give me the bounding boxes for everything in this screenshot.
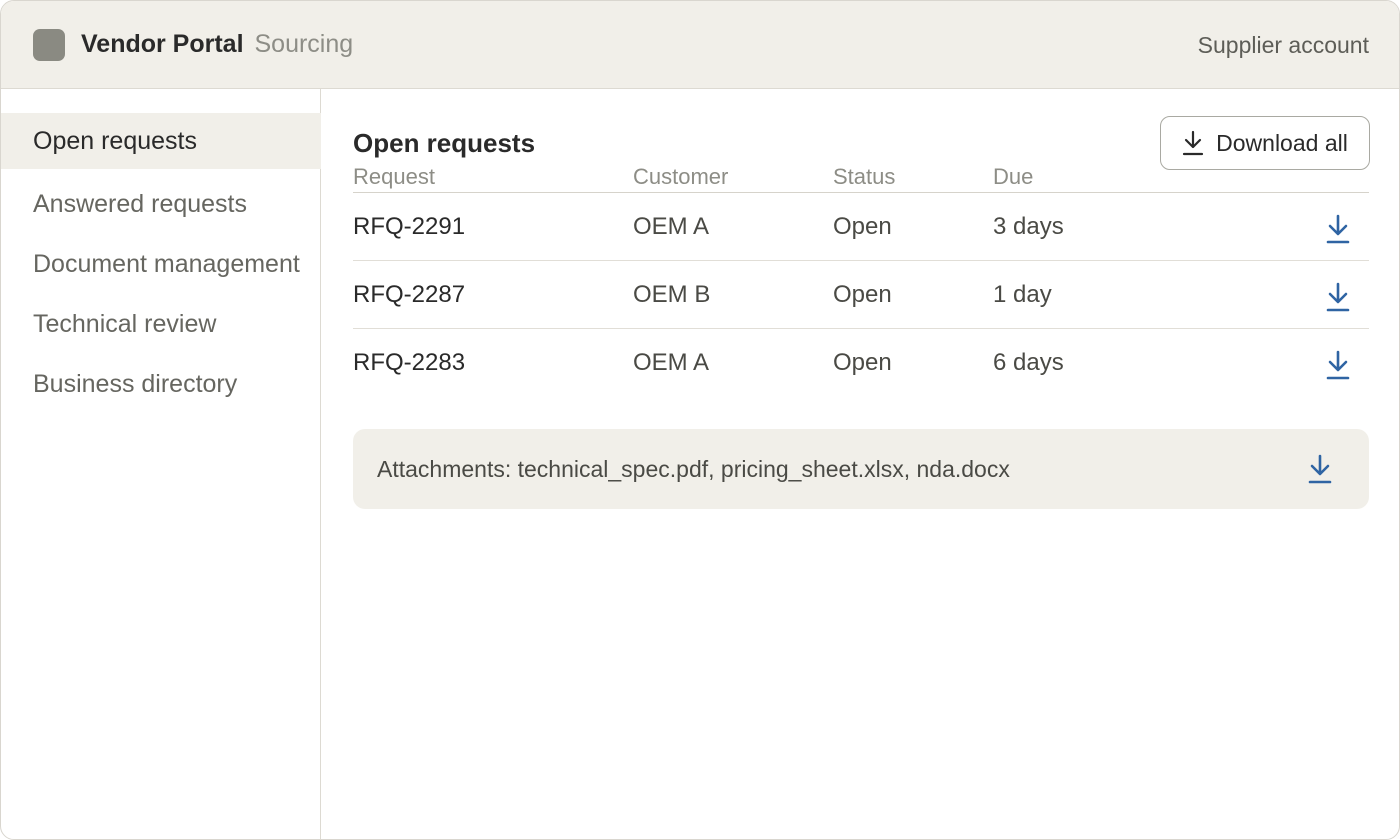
download-icon[interactable] [1321,279,1355,313]
main-content: Open requests Download all Request Custo… [322,90,1399,839]
logo-icon [33,29,65,61]
table-row[interactable]: RFQ-2283 OEM A Open 6 days [353,329,1369,397]
cell-status: Open [833,281,892,308]
download-icon [1183,130,1204,156]
app-window: Vendor Portal Sourcing Supplier account … [0,0,1400,840]
column-header-request[interactable]: Request [353,164,435,190]
attachments-list: Attachments: technical_spec.pdf, pricing… [377,456,1010,482]
cell-customer: OEM A [633,349,710,376]
cell-customer: OEM B [633,281,711,308]
cell-status: Open [833,349,892,376]
brand-section: Sourcing [254,30,354,58]
sidebar-item-answered-requests[interactable]: Answered requests [1,176,321,232]
table-row[interactable]: RFQ-2291 OEM A Open 3 days [353,193,1369,261]
cell-due: 6 days [993,349,1064,376]
cell-due: 1 day [993,281,1052,308]
download-icon[interactable] [1303,451,1337,485]
top-header: Vendor Portal Sourcing Supplier account [1,1,1399,89]
sidebar-item-document-management[interactable]: Document management [1,236,321,292]
cell-request: RFQ-2283 [353,349,466,376]
column-header-customer[interactable]: Customer [633,164,728,190]
page-title: Open requests [353,128,536,158]
column-header-due[interactable]: Due [993,164,1033,190]
brand: Vendor Portal Sourcing [81,30,353,59]
download-all-label: Download all [1216,129,1348,156]
sidebar-item-business-directory[interactable]: Business directory [1,356,321,412]
download-icon[interactable] [1321,347,1355,381]
account-link[interactable]: Supplier account [1198,32,1369,59]
cell-status: Open [833,213,892,240]
sidebar-item-open-requests[interactable]: Open requests [1,113,321,169]
sidebar-item-technical-review[interactable]: Technical review [1,296,321,352]
cell-request: RFQ-2291 [353,213,466,240]
table-row[interactable]: RFQ-2287 OEM B Open 1 day [353,261,1369,329]
download-icon[interactable] [1321,211,1355,245]
cell-customer: OEM A [633,213,710,240]
cell-due: 3 days [993,213,1064,240]
cell-request: RFQ-2287 [353,281,466,308]
sidebar: Open requests Answered requests Document… [1,89,321,839]
attachments-panel: Attachments: technical_spec.pdf, pricing… [353,429,1369,509]
column-header-status[interactable]: Status [833,164,895,190]
brand-name: Vendor Portal [81,30,244,58]
download-all-button[interactable]: Download all [1160,116,1370,170]
